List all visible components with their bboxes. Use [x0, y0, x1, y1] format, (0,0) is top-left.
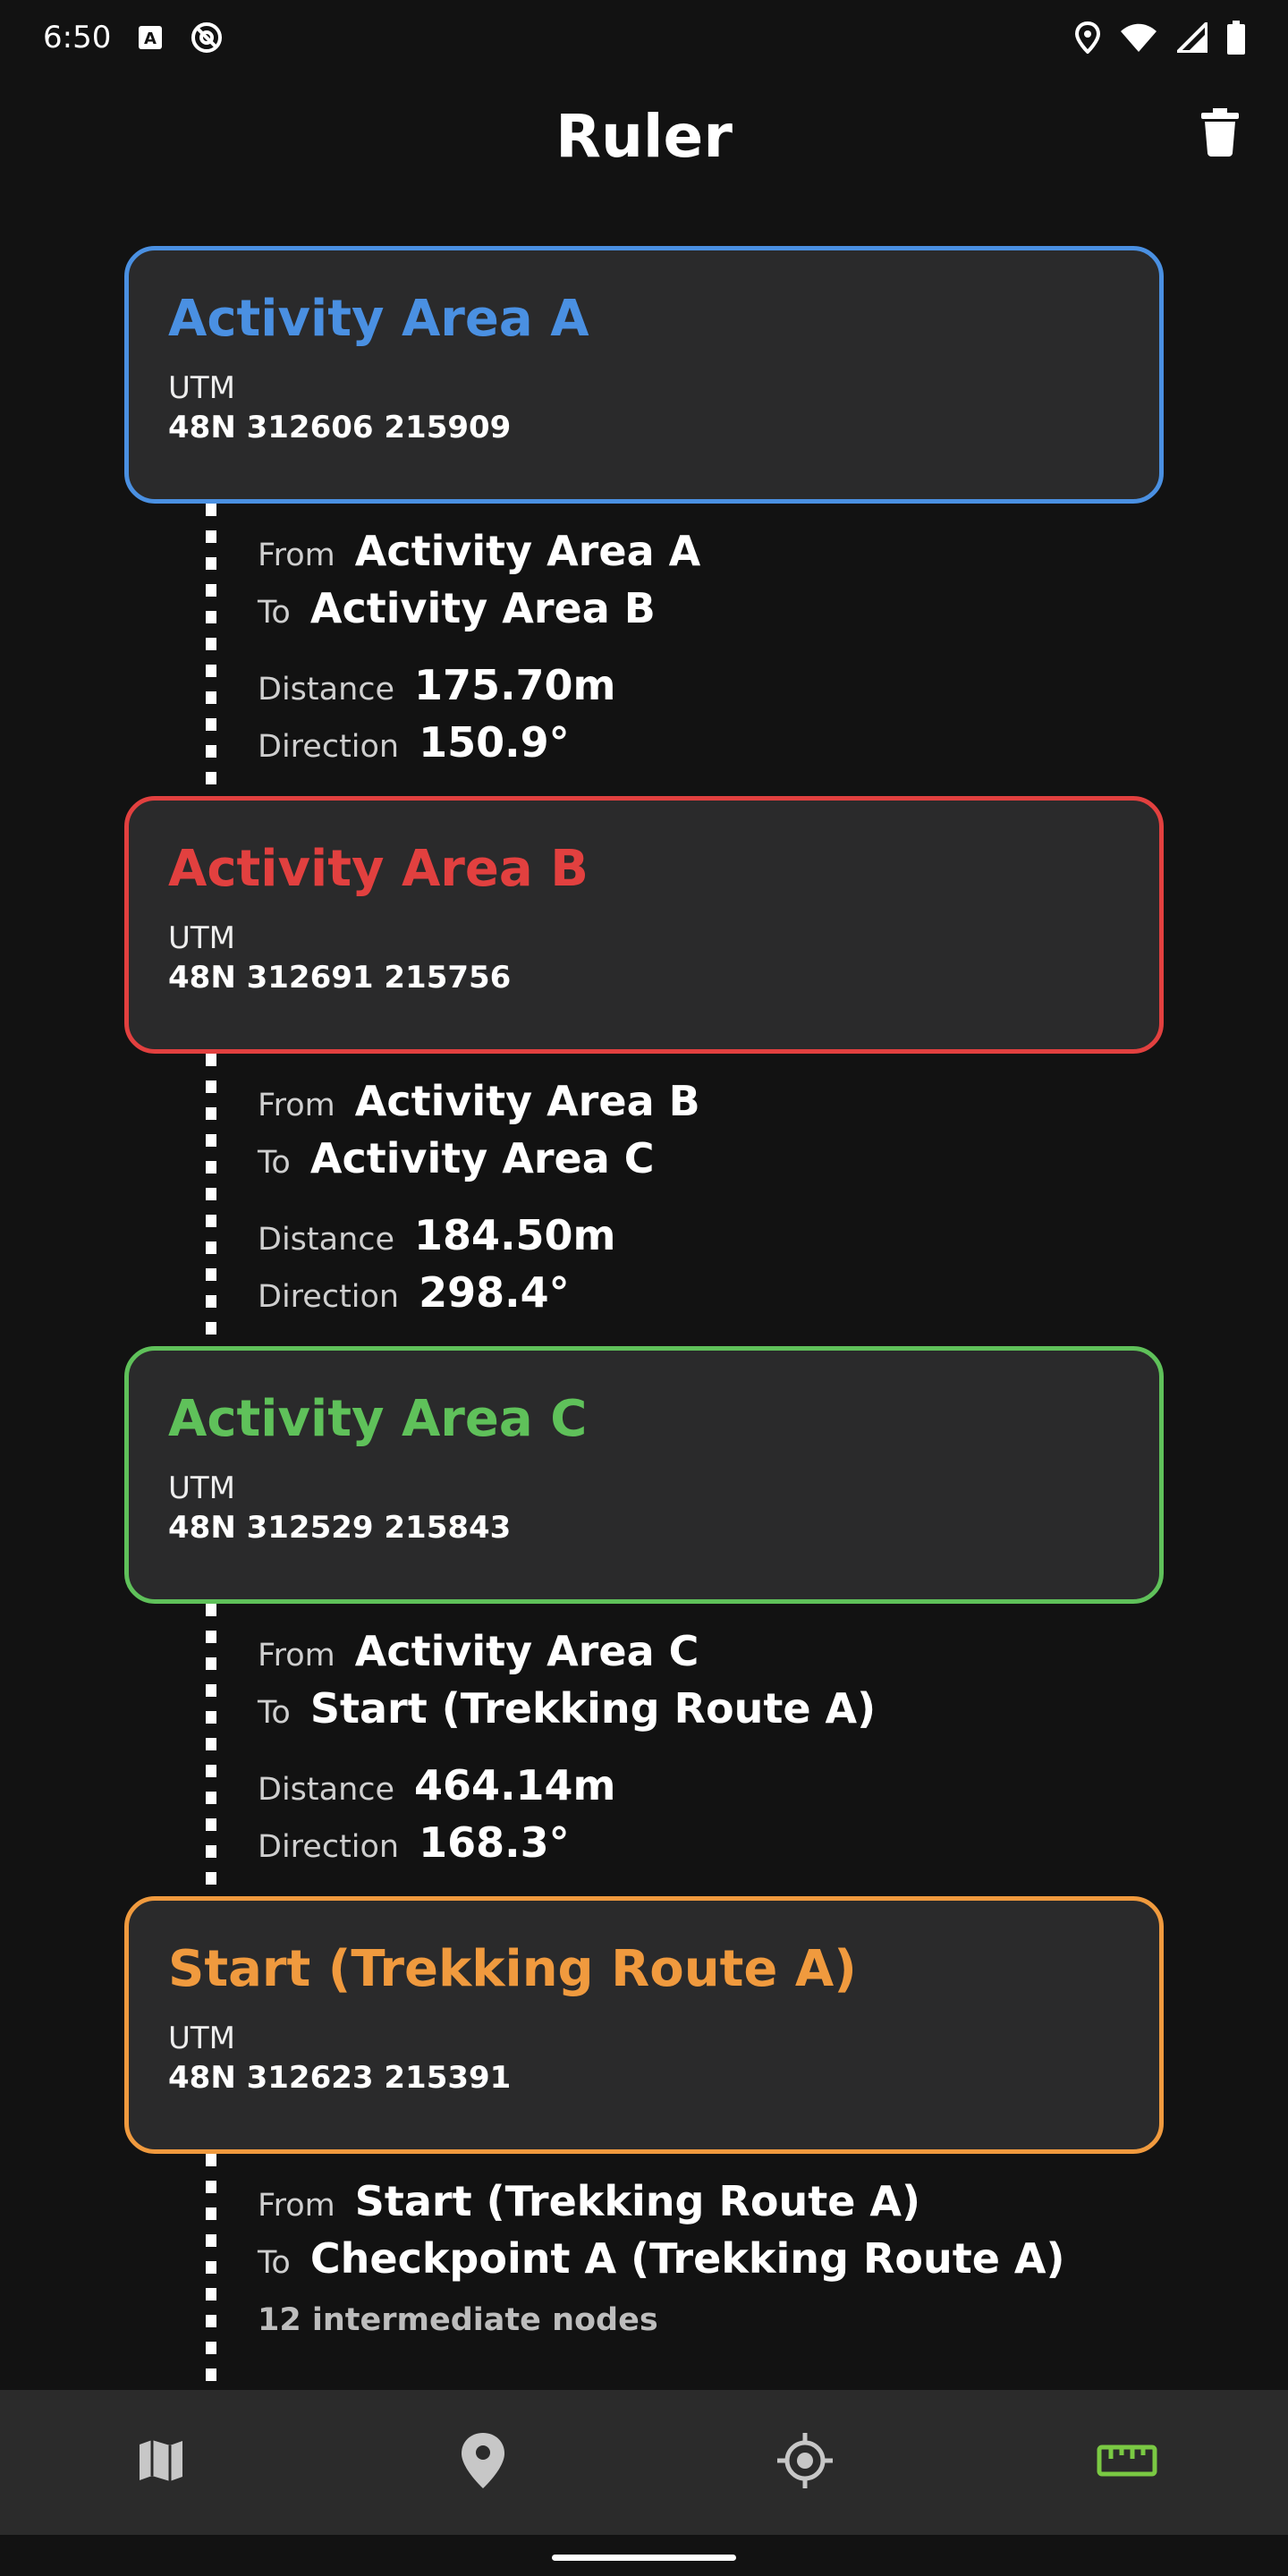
nav-places[interactable] — [322, 2390, 644, 2535]
to-value: Start (Trekking Route A) — [309, 1684, 877, 1733]
nav-map[interactable] — [0, 2390, 322, 2535]
from-label: From — [258, 1638, 335, 1674]
nav-my-location[interactable] — [644, 2390, 966, 2535]
to-value: Activity Area C — [309, 1134, 655, 1182]
point-name: Activity Area A — [168, 290, 589, 348]
map-icon — [136, 2436, 186, 2489]
from-label: From — [258, 1088, 335, 1123]
bottom-navigation — [0, 2390, 1288, 2535]
delete-button[interactable] — [1191, 106, 1249, 163]
from-value: Activity Area C — [354, 1627, 699, 1675]
coord-label: UTM — [168, 2020, 235, 2056]
to-label: To — [258, 595, 291, 631]
direction-label: Direction — [258, 1829, 400, 1865]
to-label: To — [258, 1145, 291, 1181]
coord-label: UTM — [168, 369, 235, 406]
to-value: Checkpoint A (Trekking Route A) — [309, 2234, 1065, 2283]
direction-label: Direction — [258, 729, 400, 765]
path-connector — [206, 2154, 216, 2390]
to-value: Activity Area B — [309, 584, 656, 632]
point-card[interactable]: Activity Area A UTM 48N 312606 215909 — [124, 246, 1164, 504]
cell-signal-icon — [1177, 22, 1208, 53]
nav-ruler[interactable] — [966, 2390, 1288, 2535]
coord-value: 48N 312691 215756 — [168, 959, 512, 996]
point-name: Start (Trekking Route A) — [168, 1940, 857, 1998]
from-value: Start (Trekking Route A) — [354, 2177, 921, 2225]
path-connector — [206, 1604, 216, 1896]
coord-label: UTM — [168, 919, 235, 956]
trash-icon — [1201, 108, 1239, 160]
path-connector — [206, 504, 216, 796]
app-header: Ruler — [0, 75, 1288, 197]
distance-label: Distance — [258, 1222, 395, 1258]
distance-value: 184.50m — [414, 1211, 616, 1259]
direction-label: Direction — [258, 1279, 400, 1315]
from-label: From — [258, 2188, 335, 2224]
from-label: From — [258, 538, 335, 573]
coord-value: 48N 312529 215843 — [168, 1509, 512, 1546]
location-pin-icon — [1075, 21, 1100, 54]
wifi-icon — [1120, 22, 1157, 53]
point-name: Activity Area B — [168, 840, 589, 898]
distance-label: Distance — [258, 672, 395, 708]
point-card[interactable]: Activity Area C UTM 48N 312529 215843 — [124, 1346, 1164, 1604]
segment: From Activity Area C To Start (Trekking Ro… — [0, 1604, 1288, 1896]
page-title: Ruler — [555, 101, 733, 171]
font-a-icon: A — [138, 25, 163, 50]
status-bar: 6:50 A — [0, 0, 1288, 75]
crosshair-icon — [775, 2431, 835, 2494]
segment: From Start (Trekking Route A) To Checkpoin… — [0, 2154, 1288, 2390]
direction-value: 298.4° — [419, 1268, 570, 1317]
ruler-icon — [1097, 2445, 1157, 2480]
point-card[interactable]: Start (Trekking Route A) UTM 48N 312623 … — [124, 1896, 1164, 2154]
coord-value: 48N 312623 215391 — [168, 2059, 512, 2096]
intermediate-nodes-count: 12 intermediate nodes — [258, 2302, 658, 2338]
to-label: To — [258, 2245, 291, 2281]
distance-value: 464.14m — [414, 1761, 616, 1809]
from-value: Activity Area B — [354, 1077, 700, 1125]
point-card[interactable]: Activity Area B UTM 48N 312691 215756 — [124, 796, 1164, 1054]
distance-value: 175.70m — [414, 661, 616, 709]
coord-label: UTM — [168, 1470, 235, 1506]
status-time: 6:50 — [43, 20, 112, 55]
point-name: Activity Area C — [168, 1390, 588, 1448]
svg-text:A: A — [144, 30, 157, 48]
segment: From Activity Area A To Activity Area B Di… — [0, 504, 1288, 796]
path-connector — [206, 1054, 216, 1346]
to-label: To — [258, 1695, 291, 1731]
direction-value: 168.3° — [419, 1818, 570, 1867]
distance-label: Distance — [258, 1772, 395, 1808]
place-pin-icon — [460, 2431, 506, 2494]
home-indicator[interactable] — [552, 2555, 736, 2561]
at-sign-icon — [190, 21, 224, 55]
segment: From Activity Area B To Activity Area C Di… — [0, 1054, 1288, 1346]
coord-value: 48N 312606 215909 — [168, 409, 512, 445]
from-value: Activity Area A — [354, 527, 701, 575]
battery-icon — [1227, 21, 1245, 55]
direction-value: 150.9° — [419, 718, 570, 767]
